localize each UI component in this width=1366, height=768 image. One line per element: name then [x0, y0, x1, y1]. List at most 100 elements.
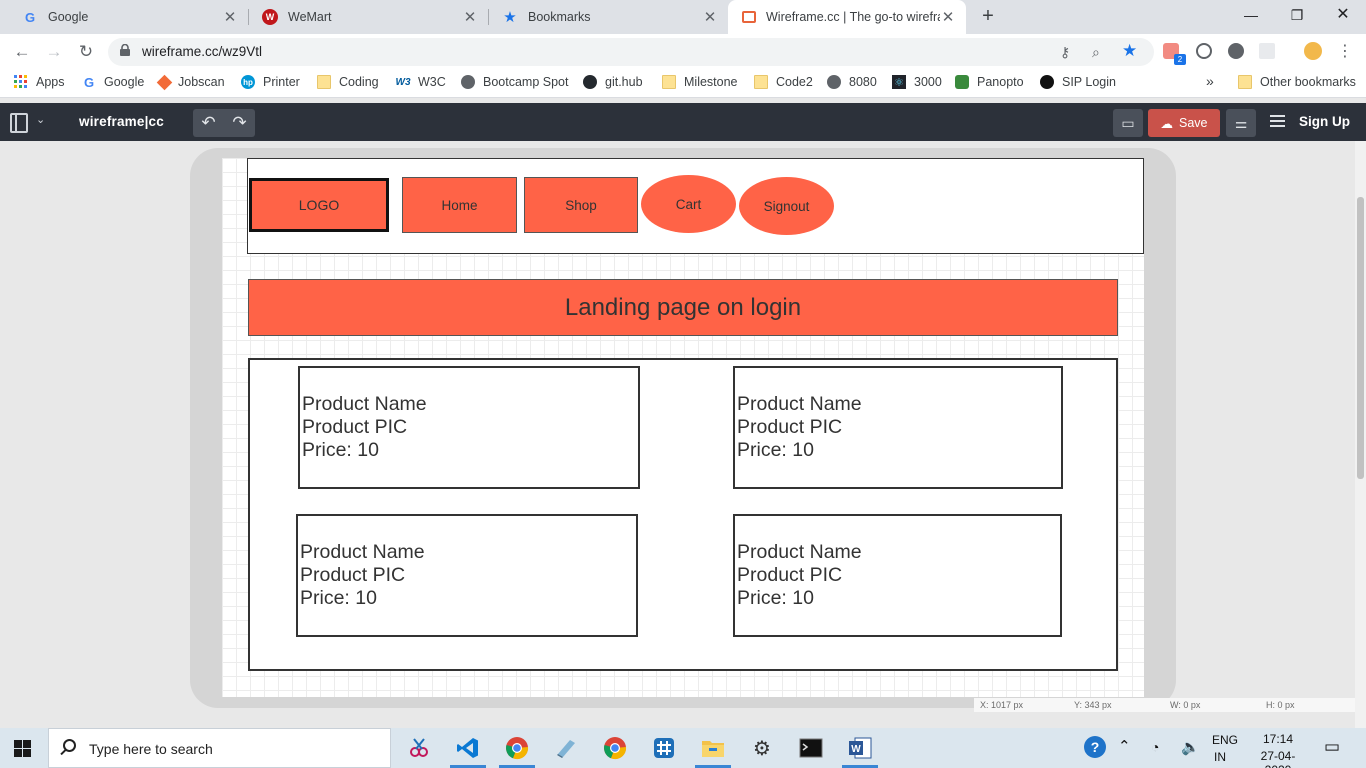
- close-icon[interactable]: ✕: [222, 8, 238, 26]
- help-icon[interactable]: ?: [1084, 736, 1106, 758]
- bookmark-label: Milestone: [684, 75, 738, 89]
- bookmark-label: Apps: [36, 75, 65, 89]
- language-code: ENG: [1212, 733, 1239, 747]
- wifi-icon[interactable]: ◔: [1151, 739, 1159, 755]
- shop-box[interactable]: Shop: [524, 177, 638, 233]
- tab-bookmarks[interactable]: ★ Bookmarks ✕: [488, 0, 728, 34]
- language-indicator[interactable]: ENG IN: [1212, 733, 1238, 764]
- word-icon[interactable]: W: [846, 734, 874, 762]
- product-pic: Product PIC: [737, 564, 843, 586]
- bookmark-label: 8080: [849, 75, 877, 89]
- bookmark-github[interactable]: git.hub: [583, 75, 643, 89]
- bookmark-star-icon[interactable]: ★: [1122, 41, 1137, 61]
- file-explorer-icon[interactable]: [699, 734, 727, 762]
- sign-up-link[interactable]: Sign Up: [1299, 114, 1350, 129]
- bookmark-printer[interactable]: hp Printer: [241, 75, 300, 89]
- forward-button[interactable]: →: [42, 40, 66, 64]
- page-scrollbar[interactable]: [1355, 141, 1366, 728]
- scrollbar-thumb[interactable]: [1357, 197, 1364, 479]
- url-text[interactable]: wireframe.cc/wz9Vtl: [142, 44, 262, 59]
- signout-ellipse[interactable]: Signout: [739, 177, 834, 235]
- bookmark-other-bookmarks[interactable]: Other bookmarks: [1238, 75, 1356, 89]
- jobscan-icon: [156, 74, 173, 90]
- wireframe-canvas[interactable]: LOGO Home Shop Cart Signout Landing page…: [222, 158, 1144, 697]
- new-tab-button[interactable]: +: [976, 4, 1000, 28]
- reload-button[interactable]: ↻: [74, 40, 98, 64]
- more-menu-icon[interactable]: ⋮: [1333, 40, 1357, 64]
- svg-text:W: W: [851, 744, 861, 755]
- bookmark-jobscan[interactable]: Jobscan: [156, 74, 225, 90]
- close-icon[interactable]: ✕: [940, 8, 956, 26]
- bookmark-sip-login[interactable]: SIP Login: [1040, 75, 1116, 89]
- folder-icon: [754, 75, 768, 89]
- volume-icon[interactable]: 🔈: [1181, 738, 1200, 756]
- bookmark-google[interactable]: G Google: [82, 75, 144, 90]
- extension-icon[interactable]: [1228, 43, 1244, 59]
- bookmark-bootcamp-spot[interactable]: Bootcamp Spot: [461, 75, 568, 89]
- bookmark-apps[interactable]: Apps: [14, 75, 65, 89]
- windows-start-icon[interactable]: [14, 740, 31, 757]
- taskbar-search[interactable]: Type here to search: [48, 728, 391, 768]
- home-box[interactable]: Home: [402, 177, 517, 233]
- bookmark-panopto[interactable]: Panopto: [955, 75, 1024, 89]
- bookmark-milestone[interactable]: Milestone: [662, 75, 738, 89]
- close-icon[interactable]: ✕: [462, 8, 478, 26]
- chrome-icon[interactable]: [601, 734, 629, 762]
- key-icon[interactable]: ⚷: [1060, 44, 1070, 61]
- hamburger-menu-icon[interactable]: [1270, 115, 1285, 127]
- tab-wemart[interactable]: W WeMart ✕: [248, 0, 488, 34]
- panel-toggle-icon[interactable]: [10, 113, 28, 133]
- cart-ellipse[interactable]: Cart: [641, 175, 736, 233]
- minimize-button[interactable]: —: [1228, 0, 1274, 30]
- settings-gear-icon[interactable]: ⚙: [748, 734, 776, 762]
- tab-title: WeMart: [288, 10, 332, 24]
- save-button[interactable]: ☁ Save: [1148, 109, 1220, 137]
- tab-title: Google: [48, 10, 89, 24]
- search-icon: [63, 739, 76, 752]
- avatar[interactable]: [1304, 42, 1322, 60]
- tab-wireframe[interactable]: Wireframe.cc | The go-to wirefram ✕: [728, 0, 966, 34]
- tab-google[interactable]: G Google ✕: [8, 0, 248, 34]
- bookmarks-overflow-button[interactable]: »: [1206, 73, 1214, 89]
- back-button[interactable]: ←: [10, 40, 34, 64]
- bookmark-label: SIP Login: [1062, 75, 1116, 89]
- window-close-button[interactable]: ✕: [1320, 0, 1366, 30]
- terminal-icon[interactable]: [797, 734, 825, 762]
- snip-tool-icon[interactable]: [405, 734, 433, 762]
- notification-icon[interactable]: ▭: [1324, 737, 1340, 757]
- clock-date: 27-04-2020: [1260, 749, 1296, 768]
- logo-box[interactable]: LOGO: [249, 178, 389, 232]
- bookmark-code2[interactable]: Code2: [754, 75, 813, 89]
- chevron-down-icon[interactable]: ⌄: [36, 113, 45, 126]
- bookmark-w3c[interactable]: W3 W3C: [396, 75, 446, 89]
- product-card[interactable]: Product Name Product PIC Price: 10: [298, 366, 640, 489]
- vscode-icon[interactable]: [454, 734, 482, 762]
- chrome-icon[interactable]: [503, 734, 531, 762]
- comment-icon[interactable]: ▭: [1113, 109, 1143, 137]
- address-bar[interactable]: wireframe.cc/wz9Vtl ⚷ ⌕ ★: [108, 38, 1154, 66]
- sip-icon: [1040, 75, 1054, 89]
- restore-button[interactable]: ❐: [1274, 0, 1320, 30]
- search-placeholder: Type here to search: [89, 741, 213, 757]
- redo-icon[interactable]: ↷: [224, 109, 255, 137]
- undo-icon[interactable]: ↶: [193, 109, 224, 137]
- bookmark-8080[interactable]: 8080: [827, 75, 877, 89]
- app-icon[interactable]: [552, 734, 580, 762]
- slack-icon[interactable]: [650, 734, 678, 762]
- bookmark-coding[interactable]: Coding: [317, 75, 379, 89]
- product-card[interactable]: Product Name Product PIC Price: 10: [733, 366, 1063, 489]
- extension-icon[interactable]: [1196, 43, 1212, 59]
- product-card[interactable]: Product Name Product PIC Price: 10: [296, 514, 638, 637]
- landing-banner[interactable]: Landing page on login: [248, 279, 1118, 336]
- app-logo[interactable]: wireframe|cc: [79, 114, 164, 129]
- settings-sliders-icon[interactable]: ⚌: [1226, 109, 1256, 137]
- extension-icon[interactable]: [1259, 43, 1275, 59]
- product-pic: Product PIC: [737, 416, 843, 438]
- lock-icon: [120, 44, 130, 56]
- clock[interactable]: 17:14 27-04-2020: [1248, 732, 1308, 768]
- product-card[interactable]: Product Name Product PIC Price: 10: [733, 514, 1062, 637]
- zoom-icon[interactable]: ⌕: [1092, 44, 1100, 61]
- bookmark-3000[interactable]: ⚛ 3000: [892, 75, 942, 89]
- close-icon[interactable]: ✕: [702, 8, 718, 26]
- chevron-up-icon[interactable]: ⌃: [1118, 737, 1131, 755]
